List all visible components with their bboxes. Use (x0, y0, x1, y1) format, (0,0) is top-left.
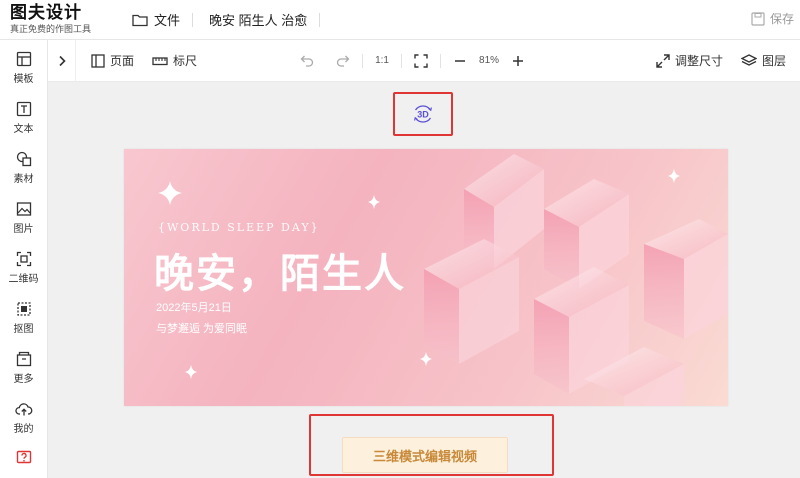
sidebar-item-label: 素材 (13, 174, 34, 185)
ruler-label: 标尺 (173, 54, 198, 68)
cloud-upload-icon (14, 403, 32, 416)
chevron-right-icon (58, 55, 66, 66)
poster-canvas[interactable]: {WORLD SLEEP DAY} 晚安，陌生人 2022年5月21日 与梦邂逅… (124, 149, 728, 406)
sidebar-item-label: 图片 (13, 224, 34, 235)
redo-icon (336, 55, 350, 67)
fit-screen-icon (414, 53, 428, 68)
toolbar-divider (362, 53, 364, 68)
left-sidebar: 模板 文本 素材 图片 二维码 抠图 更多 我的 (0, 40, 48, 478)
header-divider (319, 12, 321, 27)
save-icon (751, 11, 765, 26)
brand-tagline: 真正免费的作图工具 (10, 24, 92, 34)
document-title[interactable]: 晚安 陌生人 治愈 (193, 10, 319, 29)
resize-label: 调整尺寸 (674, 54, 723, 68)
collapse-panel-button[interactable] (48, 39, 76, 82)
canvas-workspace[interactable]: 3D {WORLD SLEEP DAY} 晚安，陌生人 2022年5月21日 与… (48, 82, 800, 478)
sparkle-icon (158, 181, 182, 205)
poster-title[interactable]: 晚安，陌生人 (154, 241, 406, 299)
mode-3d-text: 3D (417, 110, 429, 120)
minus-icon (455, 59, 466, 62)
plus-icon (513, 55, 524, 66)
resize-icon (656, 53, 670, 68)
actual-size-button[interactable]: 1:1 (369, 40, 395, 82)
undo-button[interactable] (294, 40, 320, 82)
glass-block (644, 219, 728, 339)
layers-label: 图层 (761, 54, 786, 68)
resize-button[interactable]: 调整尺寸 (647, 40, 732, 82)
save-button[interactable]: 保存 (751, 10, 794, 27)
edit-video-3d-button[interactable]: 三维模式编辑视频 (342, 437, 508, 473)
sidebar-item-label: 我的 (13, 424, 34, 435)
sidebar-item-text[interactable]: 文本 (0, 93, 47, 143)
brand-name: 图夫设计 (10, 3, 82, 22)
page-button[interactable]: 页面 (82, 40, 143, 82)
layers-button[interactable]: 图层 (732, 40, 800, 82)
sidebar-item-label: 更多 (13, 374, 34, 385)
editor-toolbar: 页面 标尺 1:1 81% 调整尺寸 图层 (48, 39, 800, 82)
folder-icon (132, 14, 148, 26)
sparkle-icon (420, 352, 432, 366)
fit-screen-button[interactable] (408, 40, 434, 82)
3d-mode-icon: 3D (414, 105, 432, 123)
zoom-in-button[interactable] (505, 40, 531, 82)
file-menu-label: 文件 (154, 13, 181, 28)
poster-date[interactable]: 2022年5月21日 (156, 299, 232, 315)
top-header: 图夫设计 真正免费的作图工具 文件 晚安 陌生人 治愈 保存 (0, 0, 800, 40)
file-menu[interactable]: 文件 (120, 0, 192, 40)
redo-button[interactable] (330, 40, 356, 82)
poster-subtitle[interactable]: {WORLD SLEEP DAY} (158, 221, 320, 234)
template-icon (16, 51, 31, 67)
sidebar-item-label: 模板 (13, 74, 34, 85)
ruler-icon (152, 56, 168, 65)
sparkle-icon (185, 365, 197, 379)
help-icon (16, 450, 31, 464)
sidebar-item-elements[interactable]: 素材 (0, 143, 47, 193)
zoom-level[interactable]: 81% (473, 55, 505, 66)
layers-icon (740, 53, 757, 66)
brand-logo[interactable]: 图夫设计 真正免费的作图工具 (0, 4, 100, 35)
sidebar-item-qrcode[interactable]: 二维码 (0, 243, 47, 293)
help-button[interactable] (0, 443, 47, 473)
more-box-icon (16, 351, 31, 367)
page-layout-icon (91, 53, 105, 68)
sidebar-item-mine[interactable]: 我的 (0, 393, 47, 443)
ruler-button[interactable]: 标尺 (143, 40, 206, 82)
sparkle-icon (668, 169, 680, 183)
text-icon (16, 101, 31, 117)
toolbar-divider (440, 53, 442, 68)
sidebar-item-label: 文本 (13, 124, 34, 135)
image-icon (16, 202, 31, 216)
undo-icon (300, 55, 314, 67)
zoom-out-button[interactable] (447, 40, 473, 82)
page-label: 页面 (110, 54, 135, 68)
sidebar-item-cutout[interactable]: 抠图 (0, 293, 47, 343)
cutout-icon (16, 302, 31, 316)
glass-block (424, 239, 519, 364)
sidebar-item-more[interactable]: 更多 (0, 343, 47, 393)
qrcode-icon (16, 251, 31, 267)
save-label: 保存 (769, 12, 794, 26)
toolbar-divider (401, 53, 403, 68)
sidebar-item-label: 抠图 (13, 324, 34, 335)
sidebar-item-images[interactable]: 图片 (0, 193, 47, 243)
sidebar-item-template[interactable]: 模板 (0, 43, 47, 93)
sidebar-item-label: 二维码 (8, 274, 39, 285)
sparkle-icon (368, 195, 380, 209)
mode-3d-highlight[interactable]: 3D (393, 92, 453, 136)
poster-slogan[interactable]: 与梦邂逅 为爱同眠 (156, 320, 247, 336)
shapes-icon (16, 151, 31, 167)
